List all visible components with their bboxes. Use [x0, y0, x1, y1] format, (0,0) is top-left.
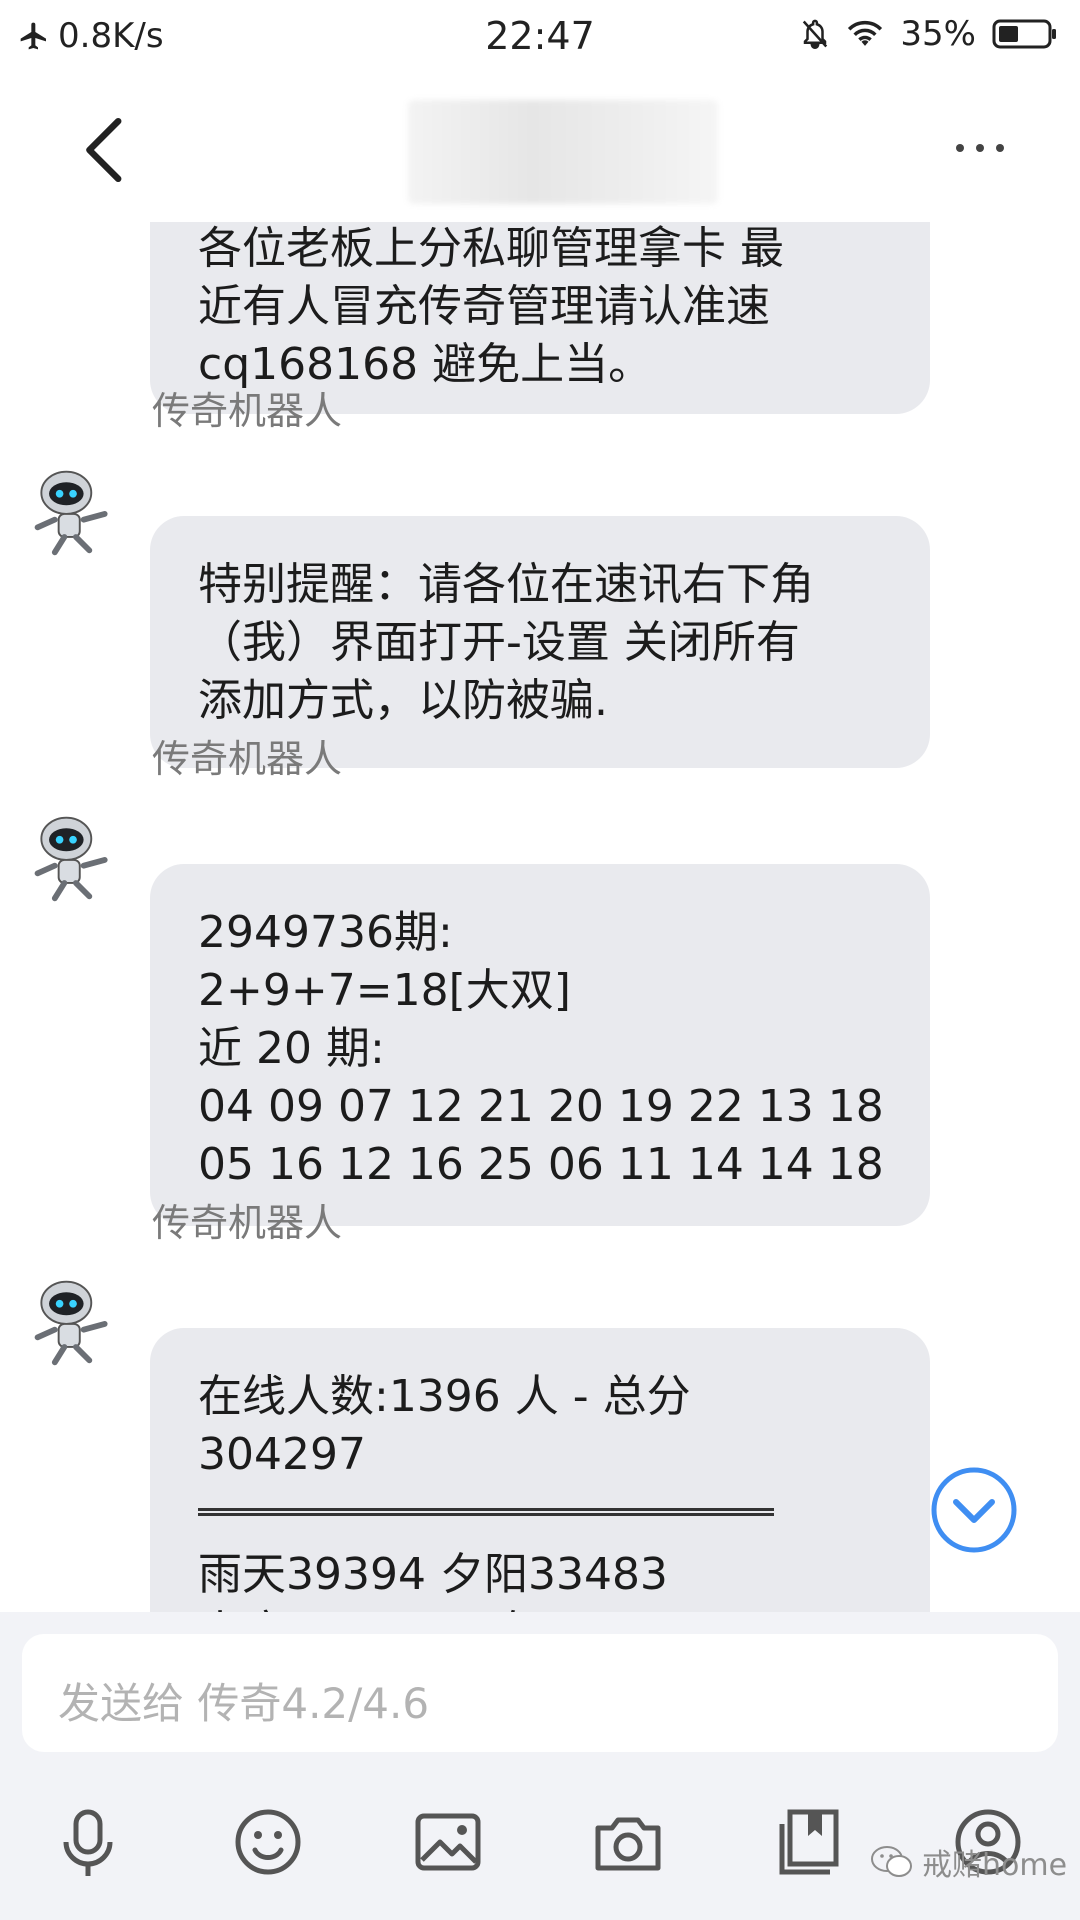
message-line: 2+9+7=18[大双]	[198, 965, 571, 1016]
message-line: 大唐11174 一鸣10823	[198, 1604, 882, 1612]
emoji-icon[interactable]	[228, 1802, 308, 1882]
message-line: 各位老板上分私聊管理拿卡 最	[198, 223, 784, 274]
scroll-to-bottom-button[interactable]	[928, 1464, 1020, 1556]
battery-icon	[992, 19, 1056, 49]
image-icon[interactable]	[408, 1802, 488, 1882]
wifi-icon	[848, 20, 883, 46]
microphone-icon[interactable]	[48, 1802, 128, 1882]
message-line: 添加方式，以防被骗.	[198, 675, 608, 726]
message-line: 特别提醒：请各位在速讯右下角	[198, 559, 814, 610]
watermark-text: 戒赌home	[922, 1848, 1068, 1883]
wechat-icon	[871, 1846, 912, 1877]
message-line: 在线人数:1396 人 - 总分	[198, 1371, 691, 1422]
message-list[interactable]: 各位老板上分私聊管理拿卡 最 近有人冒充传奇管理请认准速 cq168168 避免…	[0, 222, 1080, 1612]
camera-icon[interactable]	[588, 1802, 668, 1882]
message-line: 05 16 12 16 25 06 11 14 14 18	[198, 1139, 884, 1190]
more-horizontal-icon[interactable]	[950, 128, 1010, 168]
message-line: 近有人冒充传奇管理请认准速	[198, 281, 770, 332]
chat-header	[0, 78, 1080, 222]
message-line: （我）界面打开-设置 关闭所有	[198, 617, 800, 668]
message-input[interactable]: 发送给 传奇4.2/4.6	[22, 1634, 1058, 1752]
sender-name: 传奇机器人	[152, 1201, 343, 1245]
message-input-placeholder: 发送给 传奇4.2/4.6	[58, 1679, 430, 1728]
status-bar: 0.8K/s 22:47 35%	[0, 0, 1080, 78]
robot-avatar[interactable]	[26, 810, 122, 906]
chevron-left-icon[interactable]	[72, 114, 132, 186]
message-line: 雨天39394 夕阳33483	[198, 1549, 668, 1600]
message-bubble[interactable]: 在线人数:1396 人 - 总分 304297 雨天39394 夕阳33483 …	[150, 1328, 930, 1612]
message-line: 2949736期:	[198, 907, 453, 958]
status-right: 35%	[800, 14, 1058, 54]
battery-percent: 35%	[900, 14, 976, 54]
sender-name: 传奇机器人	[152, 737, 343, 781]
chat-title-obscured	[408, 100, 718, 204]
message-divider	[198, 1508, 774, 1516]
watermark: 戒赌home	[870, 1840, 1067, 1884]
message-line: 04 09 07 12 21 20 19 22 13 18	[198, 1081, 884, 1132]
message-bubble[interactable]: 2949736期: 2+9+7=18[大双] 近 20 期: 04 09 07 …	[150, 864, 930, 1226]
message-line: 近 20 期:	[198, 1023, 385, 1074]
sender-name: 传奇机器人	[152, 389, 343, 433]
robot-avatar[interactable]	[26, 1274, 122, 1370]
robot-avatar[interactable]	[26, 464, 122, 560]
bell-off-icon	[803, 19, 828, 50]
bookmark-icon[interactable]	[768, 1802, 848, 1882]
message-line: 304297	[198, 1429, 366, 1480]
